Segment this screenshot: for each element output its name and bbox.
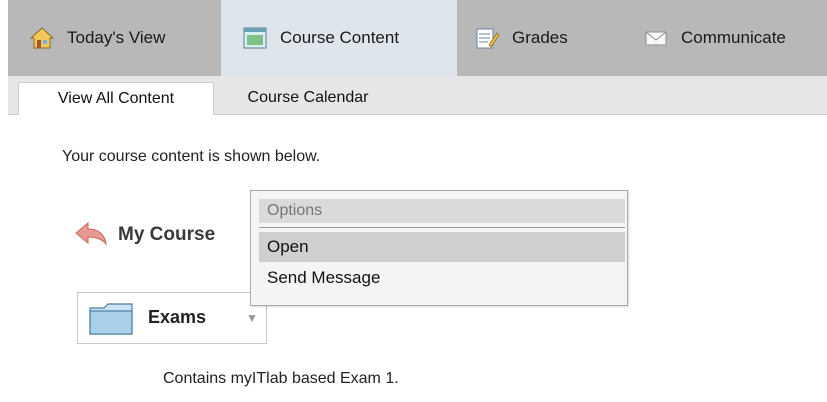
tab-label: Communicate (681, 28, 786, 47)
tab-grades[interactable]: Grades (457, 0, 623, 76)
intro-text: Your course content is shown below. (62, 148, 321, 165)
options-menu: Options Open Send Message (250, 190, 628, 306)
subtab-label: View All Content (57, 89, 175, 107)
menu-item-send-message[interactable]: Send Message (259, 263, 625, 293)
tab-course-content[interactable]: Course Content (221, 0, 457, 76)
tab-label: Course Content (280, 28, 400, 47)
folder-icon (88, 302, 136, 341)
menu-header: Options (259, 199, 625, 223)
home-icon (29, 25, 55, 51)
back-arrow-icon (74, 220, 108, 251)
folder-description: Contains myITlab based Exam 1. (163, 370, 399, 387)
tab-todays-view[interactable]: Today's View (8, 0, 220, 76)
tab-course-calendar[interactable]: Course Calendar (214, 82, 402, 114)
envelope-icon (643, 25, 669, 51)
chevron-down-icon: ▼ (246, 311, 258, 325)
tab-view-all-content[interactable]: View All Content (18, 82, 214, 115)
grades-icon (474, 25, 500, 51)
my-course-link[interactable]: My Course (74, 220, 215, 250)
tab-label: Today's View (67, 28, 166, 47)
subtab-label: Course Calendar (247, 89, 369, 106)
my-course-label: My Course (118, 224, 216, 245)
tab-label: Grades (512, 28, 568, 47)
folder-name: Exams (148, 307, 207, 327)
sub-tab-bar: View All Content Course Calendar (8, 76, 827, 115)
top-navigation: Today's View Course Content Grades Commu… (8, 0, 827, 76)
course-content-icon (242, 25, 268, 51)
folder-item[interactable]: Exams ▼ (77, 292, 267, 344)
menu-divider (259, 227, 625, 228)
tab-communicate[interactable]: Communicate (623, 0, 827, 76)
menu-item-open[interactable]: Open (259, 232, 625, 262)
